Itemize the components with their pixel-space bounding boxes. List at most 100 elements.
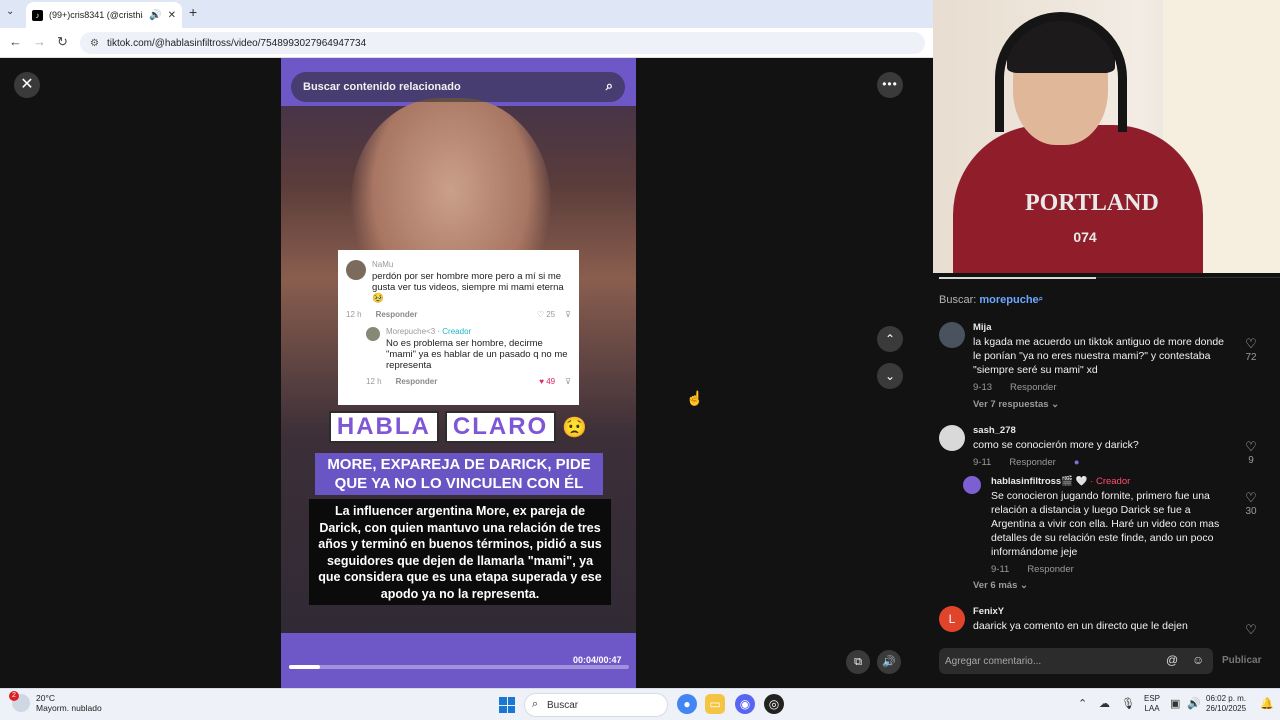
temperature: 20°C: [36, 693, 55, 703]
reply-likes: 49: [546, 377, 556, 386]
comment-text: como se conocierón more y darick?: [973, 439, 1139, 451]
video-viewer: ✕ ••• ⌃ ⌄ ⧉ 🔊 Buscar contenido relaciona…: [0, 58, 933, 688]
like-button[interactable]: ♡ 72: [1239, 336, 1263, 363]
comment-text: perdón por ser hombre more pero a mí si …: [372, 271, 564, 304]
comment-user: NaMu: [372, 260, 394, 269]
creator-tag: · Creador: [1090, 476, 1131, 487]
mention-icon[interactable]: @: [1166, 653, 1178, 667]
notifications-icon[interactable]: 🔔: [1260, 697, 1274, 710]
reply-button[interactable]: Responder: [1010, 382, 1056, 393]
reply-user[interactable]: hablasinfiltross🎬 🤍: [991, 476, 1088, 487]
file-explorer-icon[interactable]: ▭: [705, 694, 725, 714]
clock[interactable]: 06:02 p. m. 26/10/2025: [1206, 694, 1246, 714]
volume-button[interactable]: 🔊: [877, 650, 901, 674]
display-icon[interactable]: ▣: [1170, 697, 1180, 710]
avatar[interactable]: [963, 476, 981, 494]
reply-button[interactable]: Responder: [1009, 457, 1055, 468]
reload-icon[interactable]: ↻: [57, 34, 68, 50]
discord-icon[interactable]: ◉: [735, 694, 755, 714]
avatar[interactable]: [939, 425, 965, 451]
publish-button[interactable]: Publicar: [1222, 655, 1261, 666]
browser-tab[interactable]: ♪ (99+)cris8341 (@cristhian8 🔊 ✕: [26, 2, 182, 28]
dislike-icon: ⊽: [565, 377, 571, 386]
video-timecode: 00:04/00:47: [573, 655, 622, 665]
heart-icon: ♡: [1245, 622, 1257, 636]
shirt-number: 074: [1073, 229, 1097, 245]
language-indicator[interactable]: ESP LAA: [1144, 694, 1160, 714]
comment-user[interactable]: FenixY: [973, 606, 1004, 617]
tab-close-icon[interactable]: ✕: [168, 10, 176, 21]
browser-tab-bar: ⌄ ♪ (99+)cris8341 (@cristhian8 🔊 ✕ +: [0, 0, 933, 28]
tab-list-chevron-icon[interactable]: ⌄: [6, 6, 14, 17]
avatar[interactable]: [939, 322, 965, 348]
start-button[interactable]: [499, 697, 515, 713]
like-button[interactable]: ♡: [1239, 622, 1263, 636]
comment-user[interactable]: Mija: [973, 322, 991, 333]
video-headline: MORE, EXPAREJA DE DARICK, PIDE QUE YA NO…: [315, 453, 603, 495]
previous-video-button[interactable]: ⌃: [877, 326, 903, 352]
related-search-placeholder: Buscar contenido relacionado: [303, 81, 461, 93]
comment-input[interactable]: Agregar comentario... @ ☺: [939, 648, 1213, 674]
network-app-icon[interactable]: ☁: [1099, 697, 1110, 710]
comment-date: 9-11: [973, 457, 992, 468]
heart-filled-icon: ♥ 49: [539, 377, 556, 386]
taskbar-search[interactable]: ⌕ Buscar: [524, 693, 668, 717]
like-count: 9: [1248, 455, 1254, 466]
notification-badge: 2: [9, 691, 19, 701]
comment-input-placeholder: Agregar comentario...: [945, 655, 1042, 667]
video-progress-bar[interactable]: [289, 665, 629, 669]
speaker-icon[interactable]: 🔊: [1187, 697, 1201, 710]
shirt-text: PORTLAND: [1025, 190, 1159, 216]
badge-word: HABLA: [328, 411, 439, 443]
microphone-icon[interactable]: 🎙: [1121, 697, 1135, 710]
comment-time: 12 h: [346, 310, 362, 319]
embedded-comment-card: NaMu perdón por ser hombre more pero a m…: [338, 250, 579, 405]
tab-title: (99+)cris8341 (@cristhian8: [49, 10, 143, 20]
audio-playing-icon[interactable]: 🔊: [149, 10, 161, 21]
back-icon[interactable]: ←: [9, 34, 22, 49]
comment-text: la kgada me acuerdo un tiktok antiguo de…: [973, 336, 1225, 376]
comments-panel: Buscar: morepuche⌕ Mija la kgada me acue…: [933, 273, 1280, 688]
emoji-icon[interactable]: ☺: [1192, 653, 1204, 667]
obs-icon[interactable]: ◎: [764, 694, 784, 714]
like-button[interactable]: ♡ 30: [1239, 490, 1263, 517]
search-icon[interactable]: ⌕: [606, 78, 613, 94]
url-text: tiktok.com/@hablasinfiltross/video/75489…: [106, 37, 367, 49]
taskbar-search-label: Buscar: [547, 699, 579, 711]
like-count: 30: [1245, 506, 1257, 517]
close-video-button[interactable]: ✕: [14, 72, 40, 98]
chrome-icon[interactable]: ●: [677, 694, 697, 714]
habla-claro-badge: HABLA CLARO 😟: [323, 406, 593, 448]
tray-overflow-icon[interactable]: ⌃: [1078, 697, 1087, 710]
related-search-term[interactable]: morepuche: [979, 294, 1038, 306]
related-search-input[interactable]: Buscar contenido relacionado ⌕: [291, 72, 625, 102]
like-count: 72: [1245, 352, 1257, 363]
comment-user[interactable]: sash_278: [973, 425, 1016, 436]
video-summary: La influencer argentina More, ex pareja …: [309, 499, 611, 605]
hand-cursor-icon: ☝: [686, 390, 704, 406]
video-frame[interactable]: Buscar contenido relacionado ⌕ NaMu perd…: [281, 58, 636, 688]
site-info-icon[interactable]: ⚙: [90, 38, 99, 49]
new-tab-button[interactable]: +: [189, 4, 197, 20]
comment-reply-label: Responder: [375, 310, 418, 319]
view-replies-button[interactable]: Ver 7 respuestas ⌄: [973, 399, 1059, 410]
next-video-button[interactable]: ⌄: [877, 363, 903, 389]
search-icon: ⌕: [1038, 294, 1044, 303]
miniplayer-button[interactable]: ⧉: [846, 650, 870, 674]
heart-icon: ♡: [1245, 336, 1257, 351]
view-more-replies-button[interactable]: Ver 6 más ⌄: [973, 580, 1028, 591]
like-button[interactable]: ♡ 9: [1239, 439, 1263, 466]
weather-widget[interactable]: 2 20°C Mayorm. nublado: [9, 691, 102, 713]
related-search[interactable]: Buscar: morepuche⌕: [939, 294, 1043, 306]
avatar[interactable]: L: [939, 606, 965, 632]
url-field[interactable]: ⚙ tiktok.com/@hablasinfiltross/video/754…: [80, 32, 925, 54]
worried-emoji-icon: 😟: [562, 416, 588, 439]
forward-icon[interactable]: →: [33, 34, 46, 49]
tiktok-favicon-icon: ♪: [32, 9, 43, 21]
more-options-button[interactable]: •••: [877, 72, 903, 98]
reply-button[interactable]: Responder: [1027, 564, 1073, 575]
badge-word: CLARO: [444, 411, 557, 443]
heart-icon: ♡: [1245, 439, 1257, 454]
comment-date: 9-13: [973, 382, 993, 393]
comment-item: Mija la kgada me acuerdo un tiktok antig…: [939, 322, 1274, 412]
